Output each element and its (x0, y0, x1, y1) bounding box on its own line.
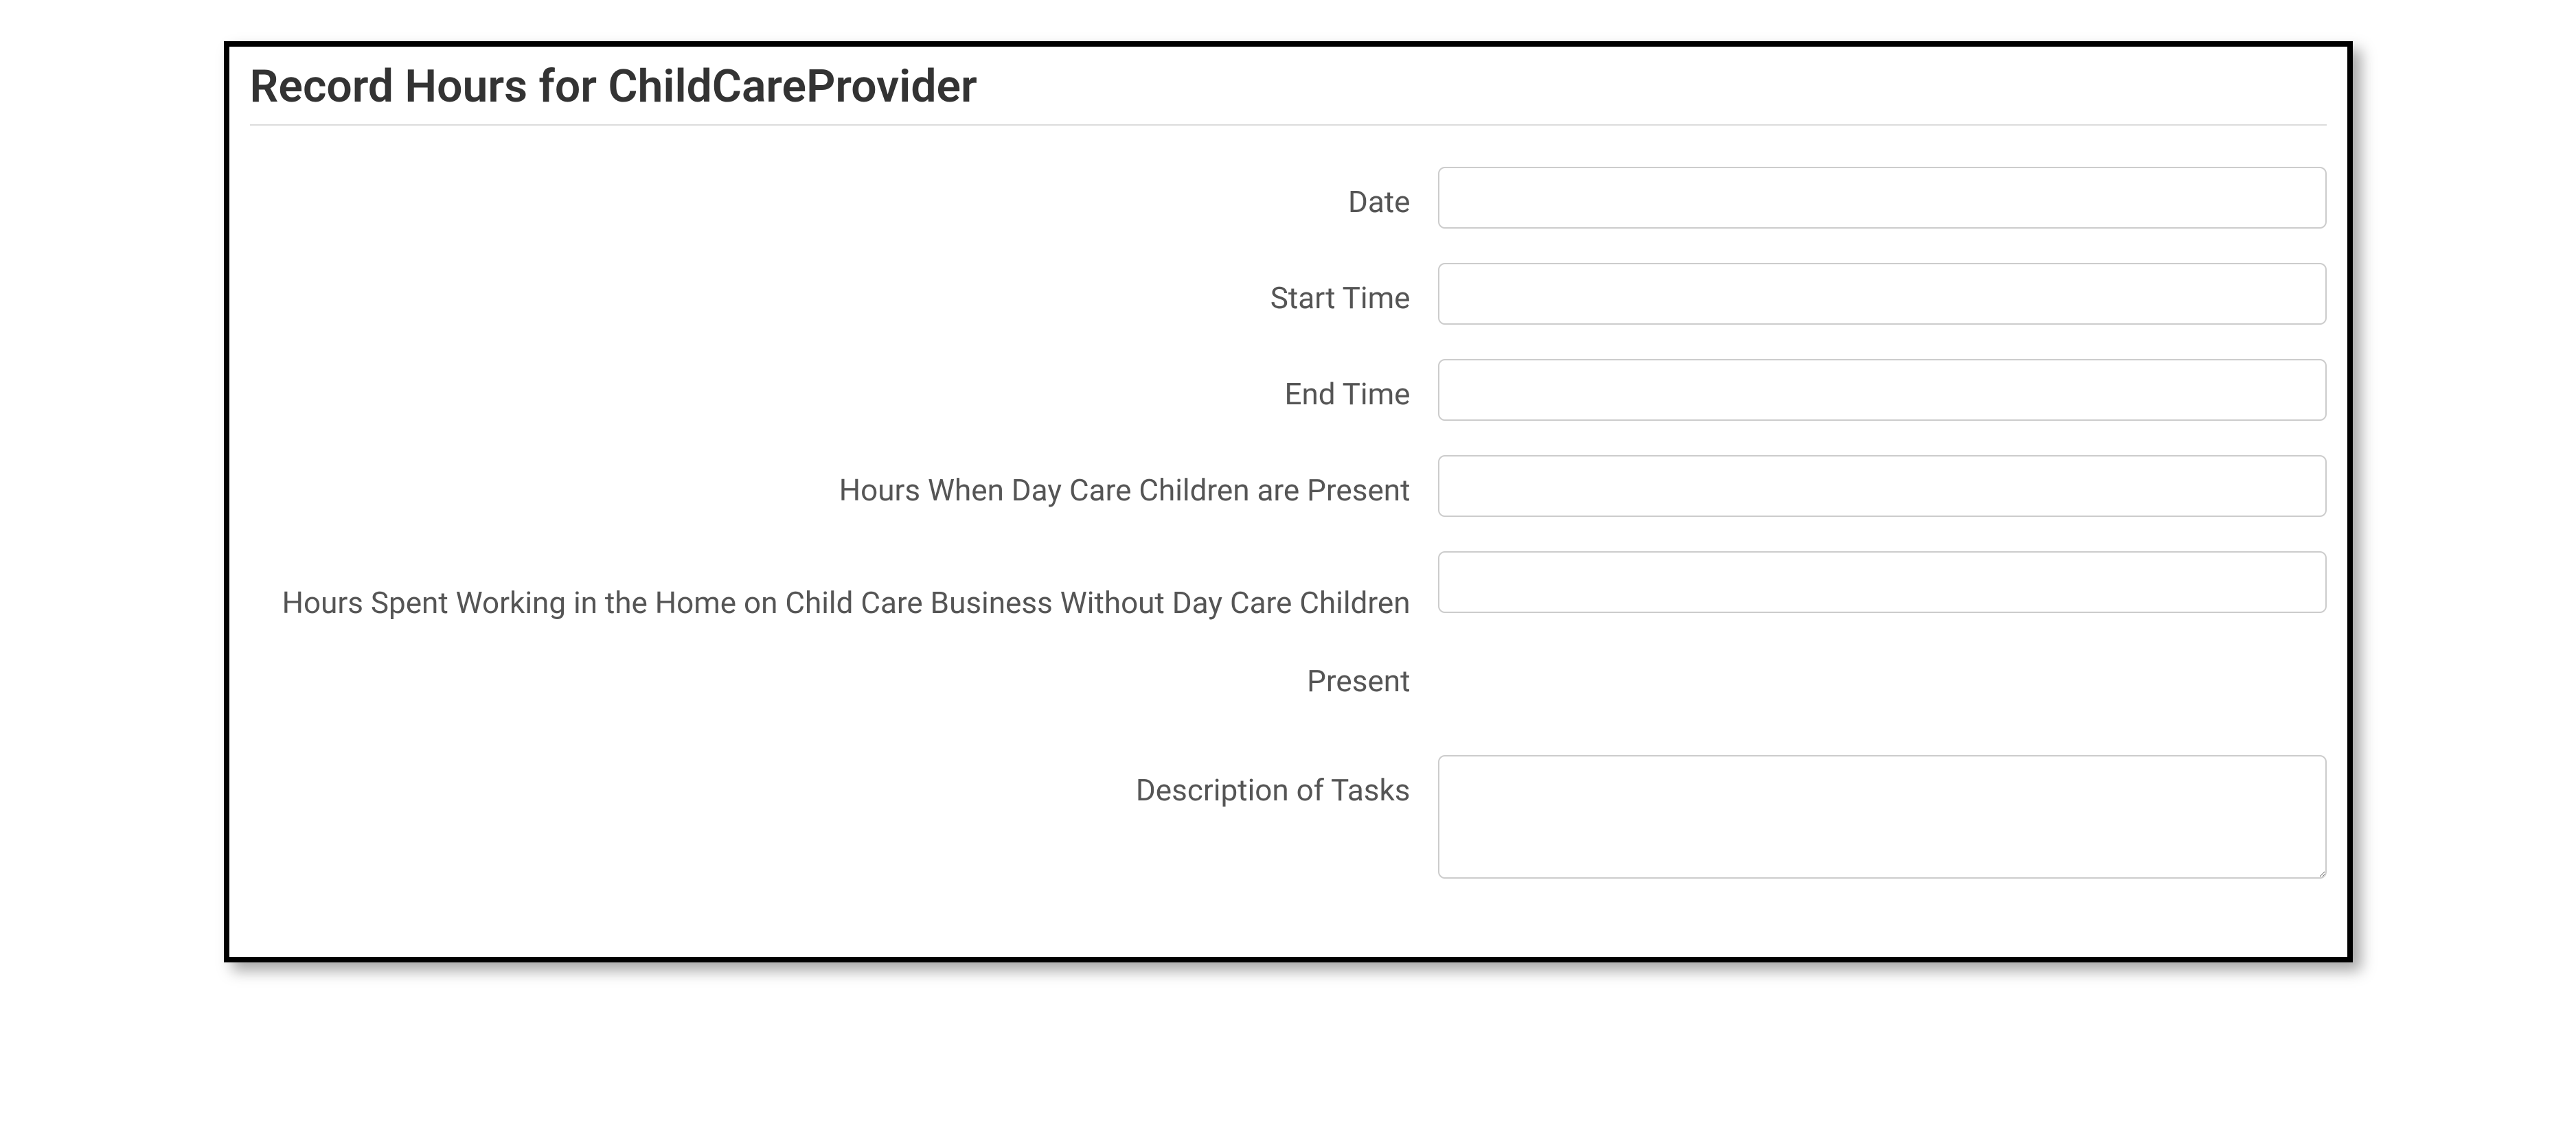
hours-children-present-input[interactable] (1438, 455, 2327, 517)
end-time-input-wrap (1438, 359, 2327, 421)
description-textarea[interactable] (1438, 755, 2327, 879)
form-row-end-time: End Time (250, 359, 2327, 421)
description-input-wrap (1438, 755, 2327, 881)
hours-children-absent-input-wrap (1438, 551, 2327, 613)
start-time-input[interactable] (1438, 263, 2327, 325)
date-label: Date (250, 167, 1438, 224)
start-time-label: Start Time (250, 263, 1438, 321)
hours-children-absent-input[interactable] (1438, 551, 2327, 613)
description-label: Description of Tasks (250, 755, 1438, 813)
hours-children-present-label: Hours When Day Care Children are Present (250, 455, 1438, 513)
form-row-hours-children-absent: Hours Spent Working in the Home on Child… (250, 551, 2327, 721)
record-hours-panel: Record Hours for ChildCareProvider Date … (224, 41, 2353, 962)
end-time-label: End Time (250, 359, 1438, 417)
hours-children-absent-label: Hours Spent Working in the Home on Child… (250, 551, 1438, 721)
date-input[interactable] (1438, 167, 2327, 229)
form-row-date: Date (250, 167, 2327, 229)
start-time-input-wrap (1438, 263, 2327, 325)
end-time-input[interactable] (1438, 359, 2327, 421)
date-input-wrap (1438, 167, 2327, 229)
page-title: Record Hours for ChildCareProvider (250, 60, 2327, 126)
form-row-hours-children-present: Hours When Day Care Children are Present (250, 455, 2327, 517)
form-row-description: Description of Tasks (250, 755, 2327, 881)
form-row-start-time: Start Time (250, 263, 2327, 325)
hours-children-present-input-wrap (1438, 455, 2327, 517)
